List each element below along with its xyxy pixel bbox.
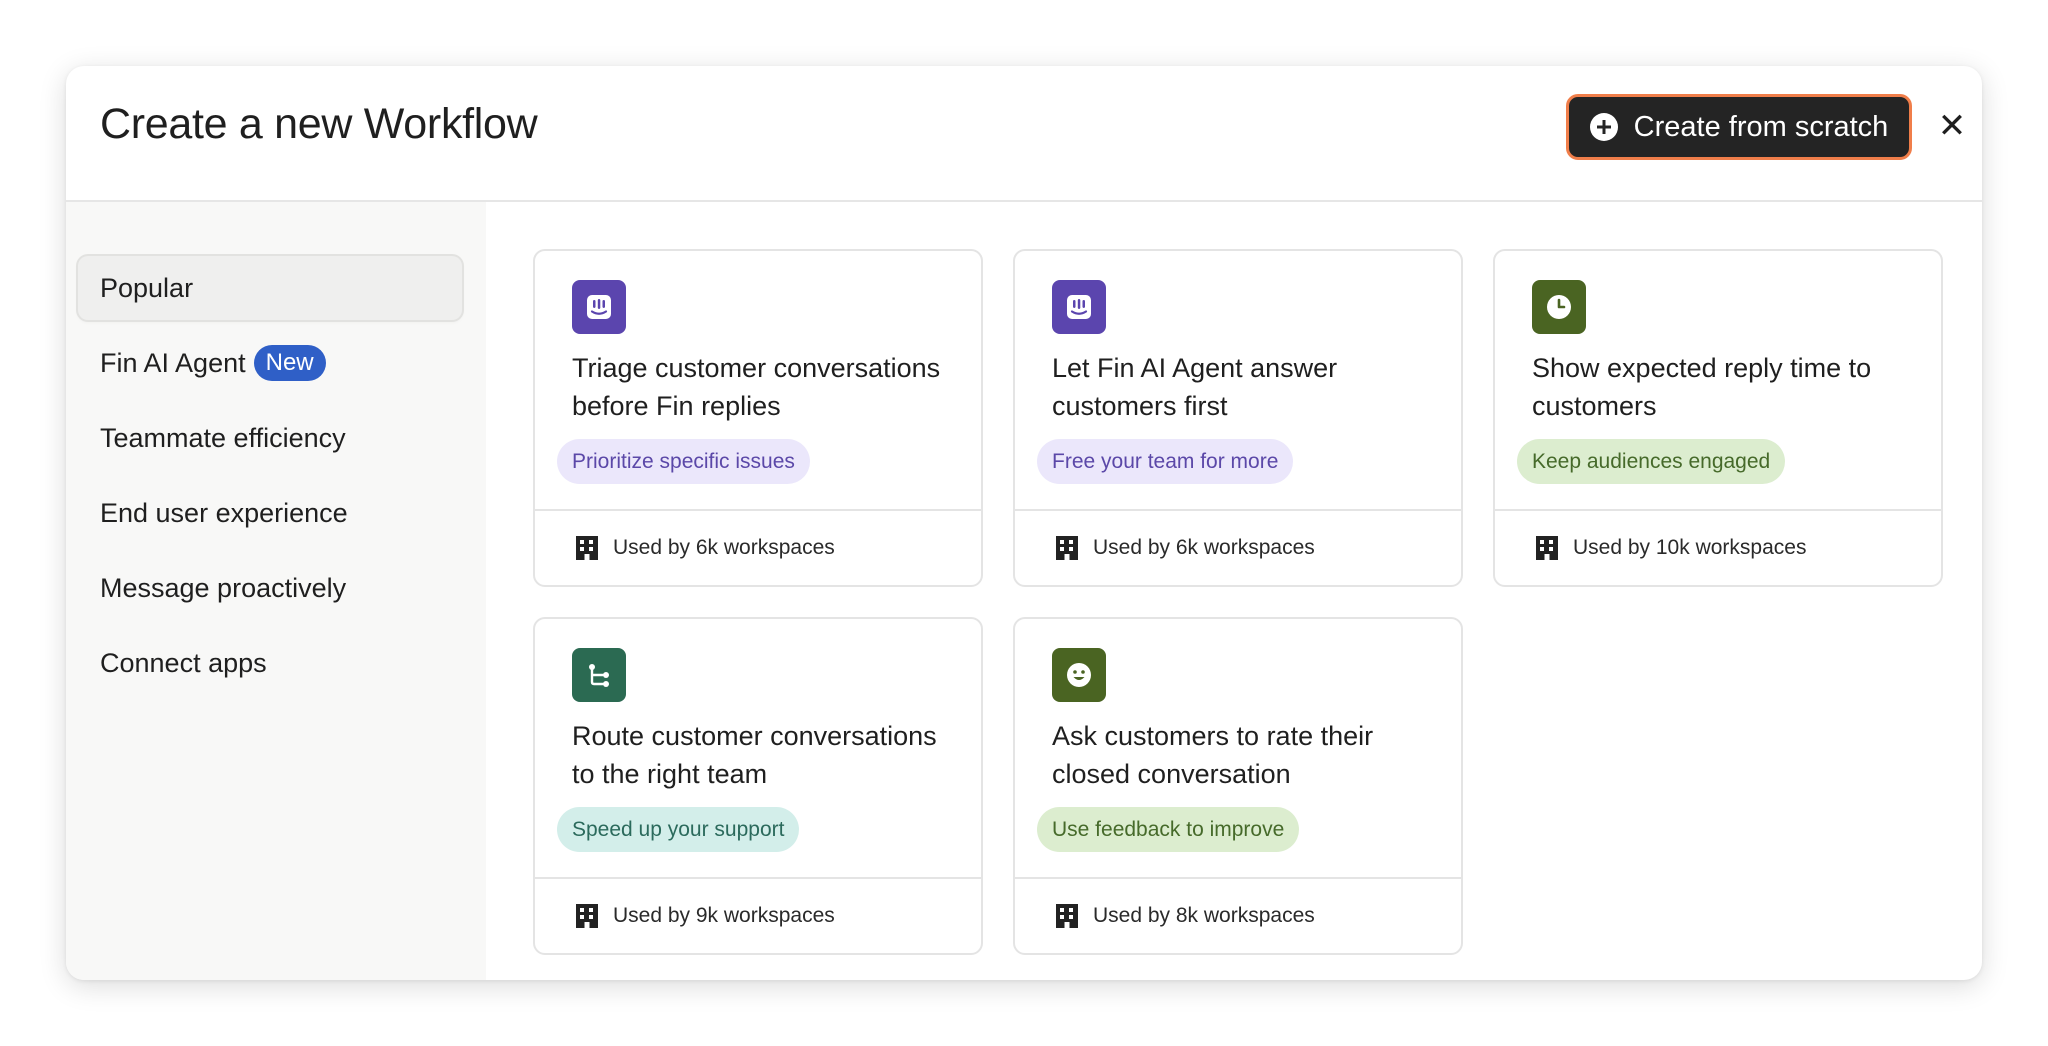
plus-circle-icon <box>1589 113 1618 141</box>
usage-count: Used by 6k workspaces <box>613 536 835 559</box>
create-workflow-modal: Create a new Workflow Create from scratc… <box>66 66 1982 980</box>
building-icon <box>576 904 598 928</box>
sidebar-item-fin-ai-agent[interactable]: Fin AI Agent New <box>78 331 462 395</box>
usage-count: Used by 6k workspaces <box>1093 536 1315 559</box>
card-title: Let Fin AI Agent answer customers first <box>1052 353 1338 421</box>
create-from-scratch-button[interactable]: Create from scratch <box>1566 94 1912 160</box>
card-title: Show expected reply time to customers <box>1532 353 1872 421</box>
new-badge: New <box>253 345 326 381</box>
card-footer: Used by 6k workspaces <box>1015 509 1461 585</box>
sidebar-item-label: End user experience <box>100 497 348 528</box>
building-icon <box>1536 536 1558 560</box>
sidebar-item-popular[interactable]: Popular <box>78 256 462 320</box>
category-sidebar: Popular Fin AI Agent New Teammate effici… <box>66 202 486 980</box>
sidebar-item-label: Connect apps <box>100 647 267 678</box>
card-tag: Free your team for more <box>1037 439 1294 484</box>
sidebar-item-message-proactively[interactable]: Message proactively <box>78 556 462 620</box>
sidebar-item-label: Fin AI Agent <box>100 347 246 378</box>
modal-header: Create a new Workflow Create from scratc… <box>66 66 1982 202</box>
sidebar-item-teammate-efficiency[interactable]: Teammate efficiency <box>78 406 462 470</box>
workflow-template-card[interactable]: Triage customer conversations before Fin… <box>533 249 983 587</box>
card-footer: Used by 8k workspaces <box>1015 877 1461 953</box>
fin-icon <box>1052 280 1106 334</box>
modal-title: Create a new Workflow <box>100 100 538 148</box>
workflow-template-card[interactable]: Route customer conversations to the righ… <box>533 617 983 955</box>
smiley-icon <box>1052 648 1106 702</box>
usage-count: Used by 9k workspaces <box>613 904 835 927</box>
sidebar-item-label: Teammate efficiency <box>100 422 346 453</box>
card-tag: Speed up your support <box>557 807 800 852</box>
card-tag: Keep audiences engaged <box>1517 439 1786 484</box>
card-title: Ask customers to rate their closed conve… <box>1052 721 1374 789</box>
usage-count: Used by 8k workspaces <box>1093 904 1315 927</box>
fin-icon <box>572 280 626 334</box>
create-from-scratch-label: Create from scratch <box>1633 110 1889 143</box>
sidebar-item-label: Popular <box>100 272 194 303</box>
clock-icon <box>1532 280 1586 334</box>
workflow-template-card[interactable]: Let Fin AI Agent answer customers first … <box>1013 249 1463 587</box>
building-icon <box>1056 904 1078 928</box>
sidebar-item-end-user-experience[interactable]: End user experience <box>78 481 462 545</box>
sidebar-item-connect-apps[interactable]: Connect apps <box>78 631 462 695</box>
card-tag: Prioritize specific issues <box>557 439 810 484</box>
card-footer: Used by 10k workspaces <box>1495 509 1941 585</box>
card-tag: Use feedback to improve <box>1037 807 1300 852</box>
building-icon <box>1056 536 1078 560</box>
usage-count: Used by 10k workspaces <box>1573 536 1807 559</box>
route-icon <box>572 648 626 702</box>
workflow-template-card[interactable]: Show expected reply time to customers Ke… <box>1493 249 1943 587</box>
close-icon[interactable]: ✕ <box>1932 106 1972 146</box>
sidebar-item-label: Message proactively <box>100 572 347 603</box>
card-title: Route customer conversations to the righ… <box>572 721 937 789</box>
card-footer: Used by 6k workspaces <box>535 509 981 585</box>
card-footer: Used by 9k workspaces <box>535 877 981 953</box>
building-icon <box>576 536 598 560</box>
card-title: Triage customer conversations before Fin… <box>572 353 941 421</box>
workflow-template-card[interactable]: Ask customers to rate their closed conve… <box>1013 617 1463 955</box>
